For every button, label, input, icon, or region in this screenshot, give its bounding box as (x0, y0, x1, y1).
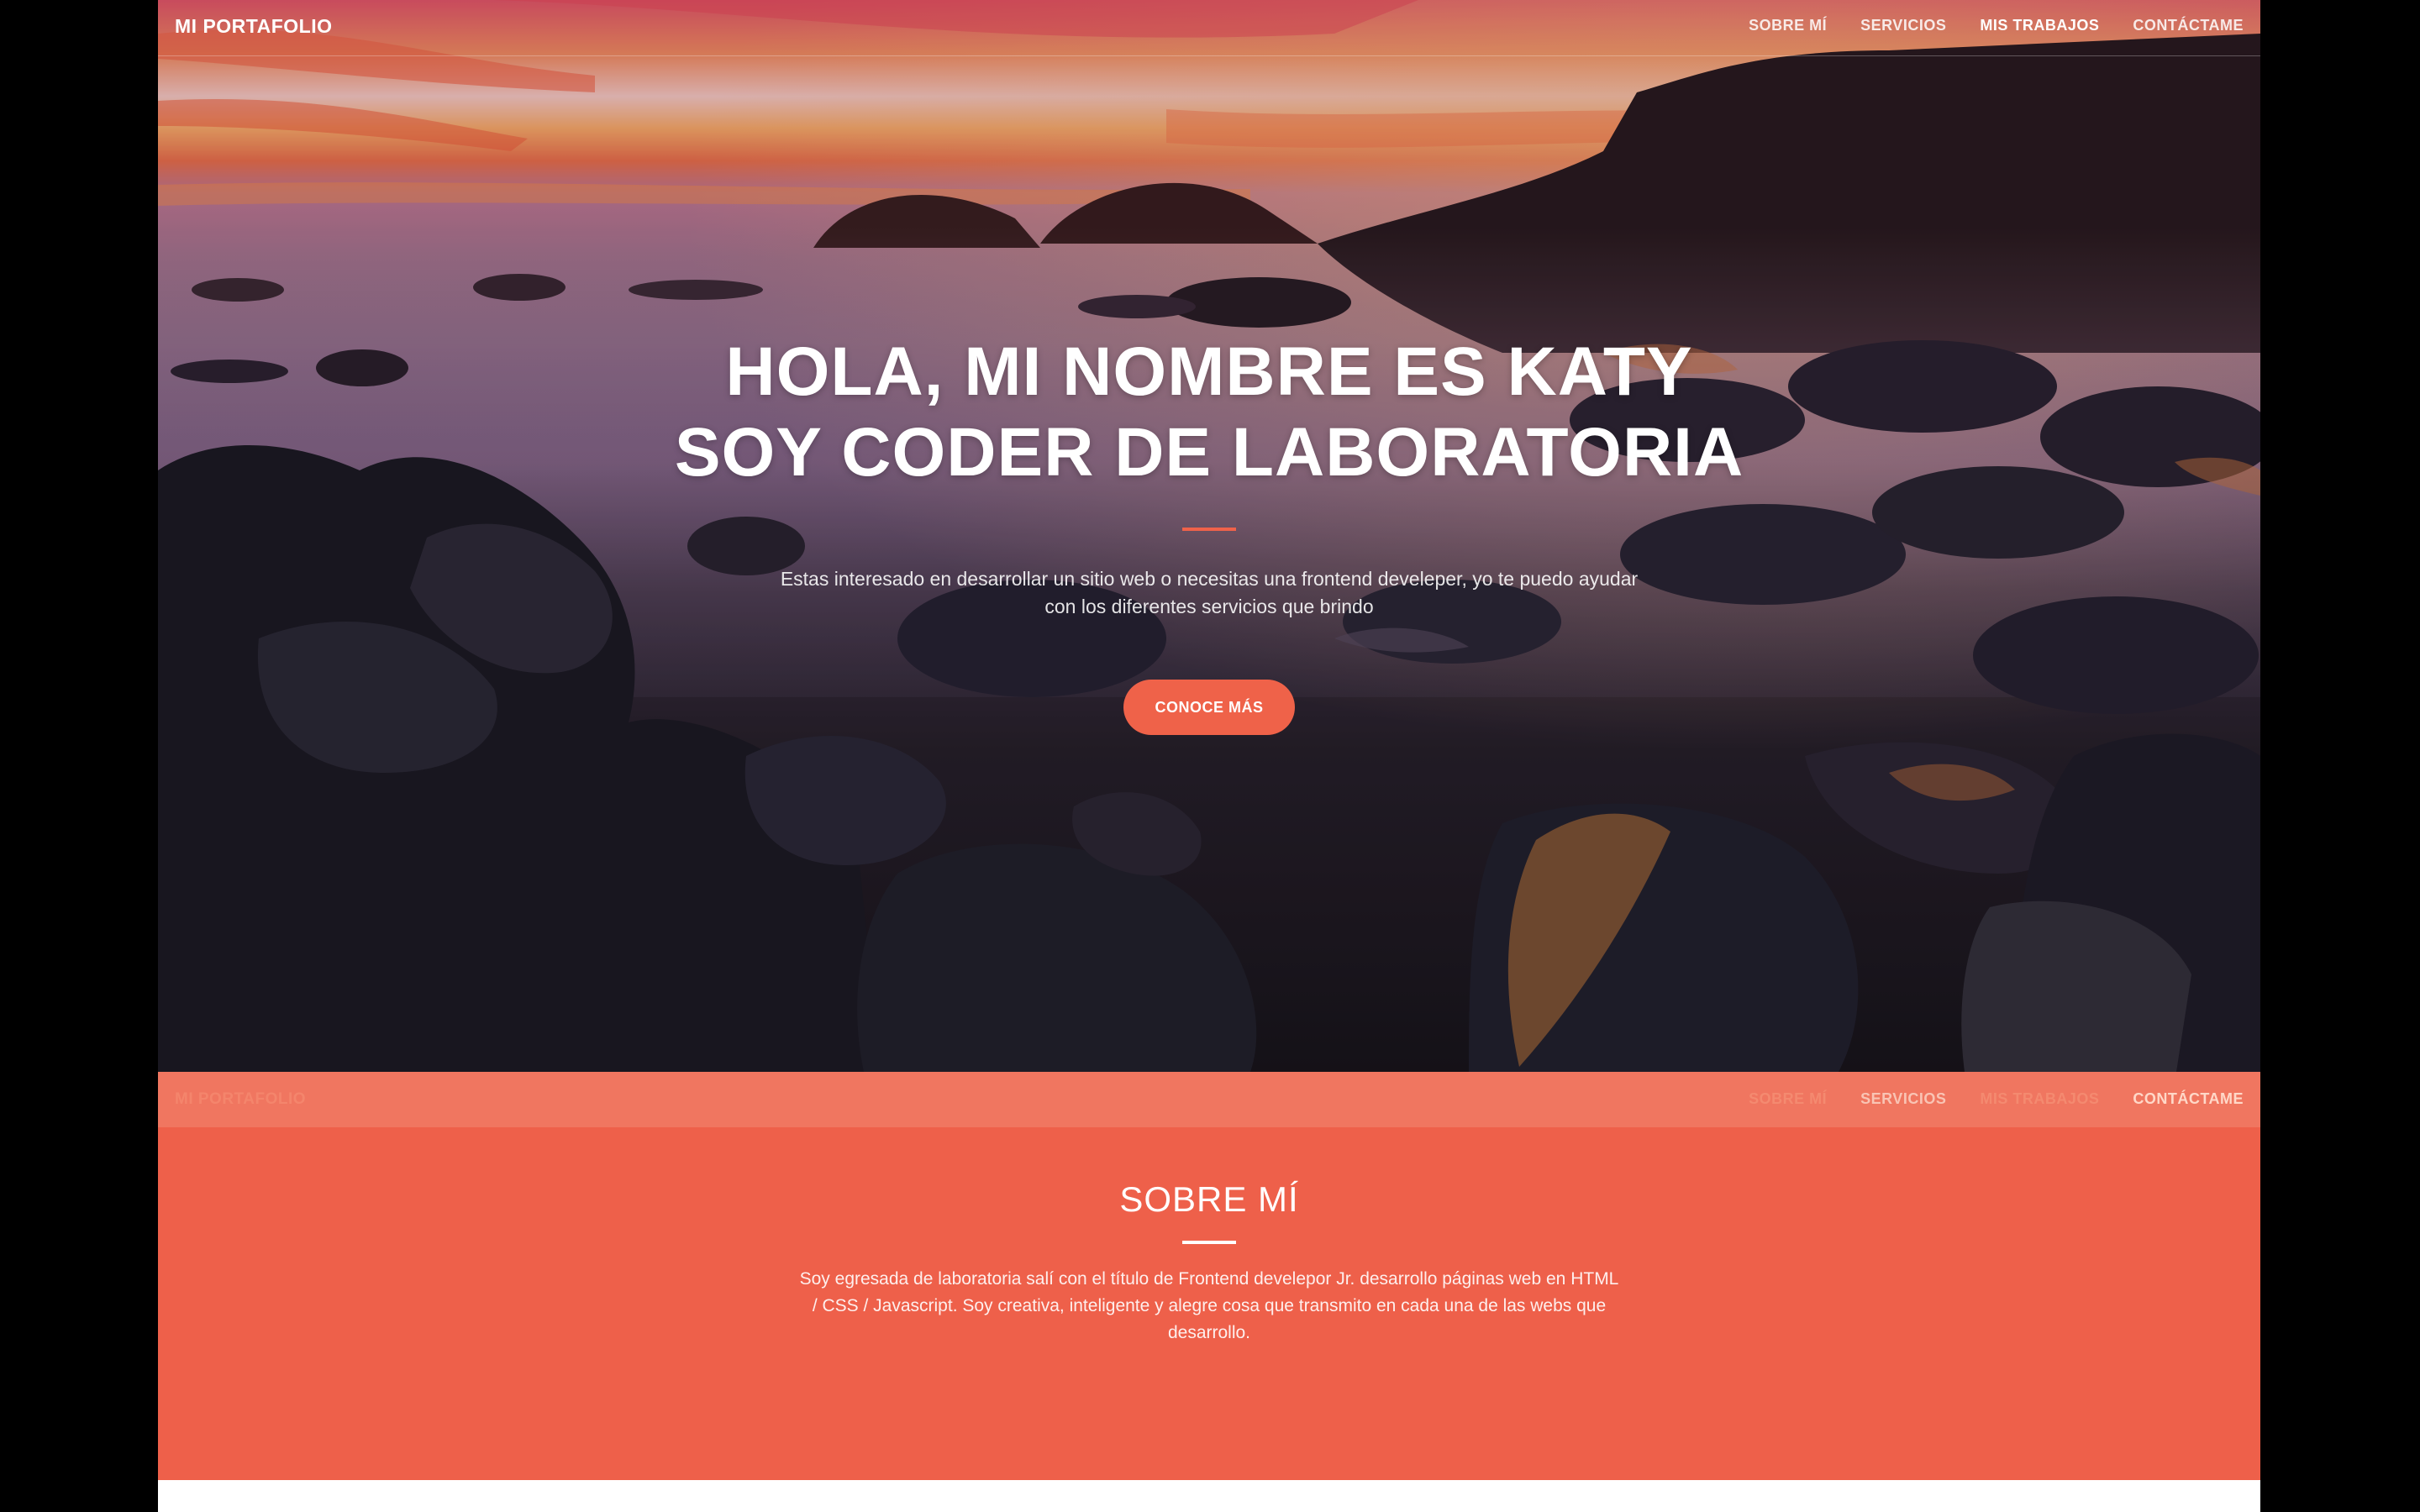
sticky-nav-link-mis-trabajos[interactable]: MIS TRABAJOS (1980, 1090, 2099, 1108)
about-text-line-1: Soy egresada de laboratoria salí con el … (799, 1269, 1619, 1289)
portfolio-page: MI PORTAFOLIO SOBRE MÍ SERVICIOS MIS TRA… (158, 0, 2260, 1512)
hero-lead-line-2: con los diferentes servicios que brindo (1044, 596, 1374, 617)
hero-lead-line-1: Estas interesado en desarrollar un sitio… (780, 568, 1639, 590)
nav-link-contactame[interactable]: CONTÁCTAME (2133, 17, 2244, 34)
hero-title-line-2: SOY CODER DE LABORATORIA (674, 414, 1744, 491)
hero-section: MI PORTAFOLIO SOBRE MÍ SERVICIOS MIS TRA… (158, 0, 2260, 1072)
top-nav-links: SOBRE MÍ SERVICIOS MIS TRABAJOS CONTÁCTA… (1749, 17, 2244, 34)
hero-title: HOLA, MI NOMBRE ES KATY SOY CODER DE LAB… (158, 332, 2260, 493)
sticky-nav-link-contactame[interactable]: CONTÁCTAME (2133, 1090, 2244, 1108)
next-section-edge (158, 1480, 2260, 1512)
nav-link-sobre-mi[interactable]: SOBRE MÍ (1749, 17, 1827, 34)
sticky-nav-link-servicios[interactable]: SERVICIOS (1860, 1090, 1946, 1108)
nav-link-mis-trabajos[interactable]: MIS TRABAJOS (1980, 17, 2099, 34)
hero-title-line-1: HOLA, MI NOMBRE ES KATY (725, 333, 1693, 410)
sticky-nav-link-sobre-mi[interactable]: SOBRE MÍ (1749, 1090, 1827, 1108)
about-description: Soy egresada de laboratoria salí con el … (797, 1266, 1622, 1347)
about-divider (1182, 1241, 1236, 1244)
sticky-navbar: MI PORTAFOLIO SOBRE MÍ SERVICIOS MIS TRA… (158, 1072, 2260, 1127)
nav-link-servicios[interactable]: SERVICIOS (1860, 17, 1946, 34)
sticky-brand-logo[interactable]: MI PORTAFOLIO (175, 1090, 306, 1109)
about-section: SOBRE MÍ Soy egresada de laboratoria sal… (158, 1127, 2260, 1480)
top-navbar: MI PORTAFOLIO SOBRE MÍ SERVICIOS MIS TRA… (158, 0, 2260, 56)
about-text-line-2: / CSS / Javascript. Soy creativa, inteli… (812, 1296, 1607, 1315)
about-text-line-3: desarrollo. (1167, 1323, 1251, 1342)
hero-background-image (158, 0, 2260, 1072)
brand-logo[interactable]: MI PORTAFOLIO (175, 15, 333, 38)
hero-divider (1182, 528, 1236, 531)
hero-lead-text: Estas interesado en desarrollar un sitio… (738, 565, 1681, 621)
about-title: SOBRE MÍ (1119, 1179, 1299, 1219)
conoce-mas-button[interactable]: CONOCE MÁS (1123, 680, 1295, 735)
sticky-nav-links: SOBRE MÍ SERVICIOS MIS TRABAJOS CONTÁCTA… (1749, 1090, 2244, 1108)
